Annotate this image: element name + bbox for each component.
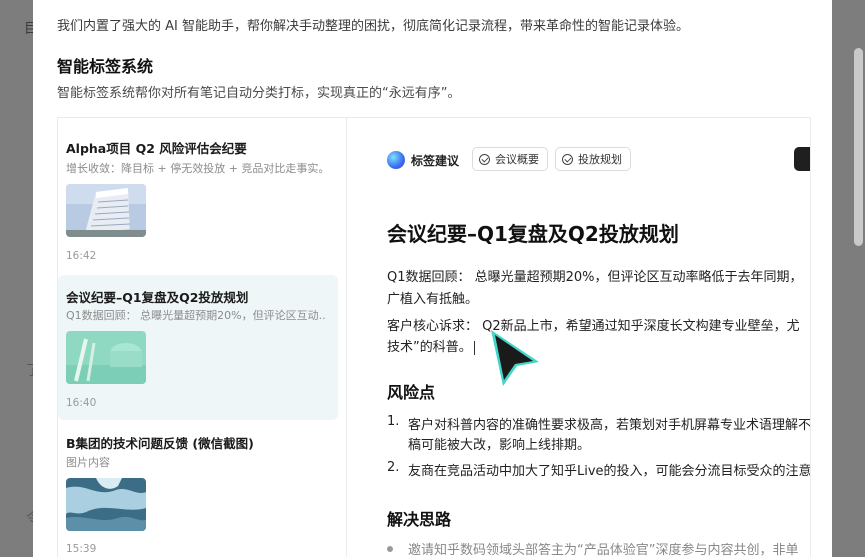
- section-title: 智能标签系统: [57, 57, 154, 76]
- note-thumbnail-building: [66, 184, 146, 237]
- note-list: Alpha项目 Q2 风险评估会纪要 增长收敛：降目标 + 停无效投放 + 竞品…: [58, 118, 347, 557]
- paragraph-text: 技术”的科普。: [387, 340, 472, 355]
- risk-heading: 风险点: [387, 383, 436, 402]
- note-item[interactable]: B集团的技术问题反馈 (微信截图) 图片内容 15:39: [58, 423, 338, 557]
- note-time: 16:40: [66, 397, 97, 409]
- paragraph-line: 广植入有抵触。: [387, 292, 479, 307]
- check-circle-icon: [479, 153, 490, 165]
- note-thumbnail-ice: [66, 478, 146, 531]
- note-item[interactable]: Alpha项目 Q2 风险评估会纪要 增长收敛：降目标 + 停无效投放 + 竞品…: [58, 126, 338, 268]
- intro-text: 我们内置了强大的 AI 智能助手，帮你解决手动整理的困扰，彻底简化记录流程，带来…: [57, 19, 689, 34]
- mouse-pointer-icon: [491, 330, 539, 386]
- tag-chip-meeting-summary[interactable]: 会议概要: [472, 147, 548, 171]
- note-detail: 标签建议 会议概要 投放规划 会议纪要–Q1复盘及Q2投放规划 Q1数据回顾： …: [347, 118, 810, 557]
- solution-heading: 解决思路: [387, 510, 452, 529]
- demo-screenshot: Alpha项目 Q2 风险评估会纪要 增长收敛：降目标 + 停无效投放 + 竞品…: [57, 117, 811, 557]
- note-snippet: 图片内容: [66, 456, 110, 469]
- section-description: 智能标签系统帮你对所有笔记自动分类打标，实现真正的“永远有序”。: [57, 86, 461, 101]
- tag-suggestion-label: 标签建议: [411, 154, 460, 168]
- list-item-text: 邀请知乎数码领域头部答主为“产品体验官”深度参与内容共创，非单: [408, 543, 799, 557]
- paragraph-line: Q1数据回顾： 总曝光量超预期20%，但评论区互动率略低于去年同期，: [387, 270, 803, 285]
- action-button[interactable]: [794, 147, 810, 171]
- list-item-text: 客户对科普内容的准确性要求极高，若策划对手机屏幕专业术语理解不: [408, 418, 810, 433]
- text-caret: [473, 340, 475, 355]
- document-title: 会议纪要–Q1复盘及Q2投放规划: [387, 222, 679, 246]
- chip-label: 会议概要: [495, 153, 539, 166]
- note-title: Alpha项目 Q2 风险评估会纪要: [66, 141, 247, 156]
- paragraph-line: 客户核心诉求： Q2新品上市，希望通过知乎深度长文构建专业壁垒，尤: [387, 319, 800, 334]
- note-title: 会议纪要–Q1复盘及Q2投放规划: [66, 290, 249, 305]
- note-snippet: Q1数据回顾： 总曝光量超预期20%，但评论区互动...: [66, 309, 326, 322]
- note-thumbnail-pencils: [66, 331, 146, 384]
- note-item-active[interactable]: 会议纪要–Q1复盘及Q2投放规划 Q1数据回顾： 总曝光量超预期20%，但评论区…: [58, 275, 338, 420]
- note-snippet: 增长收敛：降目标 + 停无效投放 + 竞品对比走事实。: [66, 162, 326, 175]
- ai-assistant-icon: [387, 151, 405, 169]
- chip-label: 投放规划: [578, 153, 622, 166]
- page-scrollbar[interactable]: [854, 48, 863, 246]
- tag-chip-ad-plan[interactable]: 投放规划: [555, 147, 631, 171]
- note-time: 16:42: [66, 250, 97, 262]
- bullet-icon: [387, 546, 393, 552]
- list-item-text: 友商在竞品活动中加大了知乎Live的投入，可能会分流目标受众的注意: [408, 464, 810, 479]
- note-time: 15:39: [66, 543, 97, 555]
- list-number: 1.: [387, 414, 400, 429]
- list-item-text: 稿可能被大改，影响上线排期。: [408, 438, 591, 453]
- feature-modal: 我们内置了强大的 AI 智能助手，帮你解决手动整理的困扰，彻底简化记录流程，带来…: [33, 0, 832, 557]
- check-circle-icon: [562, 153, 573, 165]
- list-number: 2.: [387, 460, 400, 475]
- paragraph-line-with-caret[interactable]: 技术”的科普。: [387, 336, 475, 355]
- note-title: B集团的技术问题反馈 (微信截图): [66, 436, 254, 451]
